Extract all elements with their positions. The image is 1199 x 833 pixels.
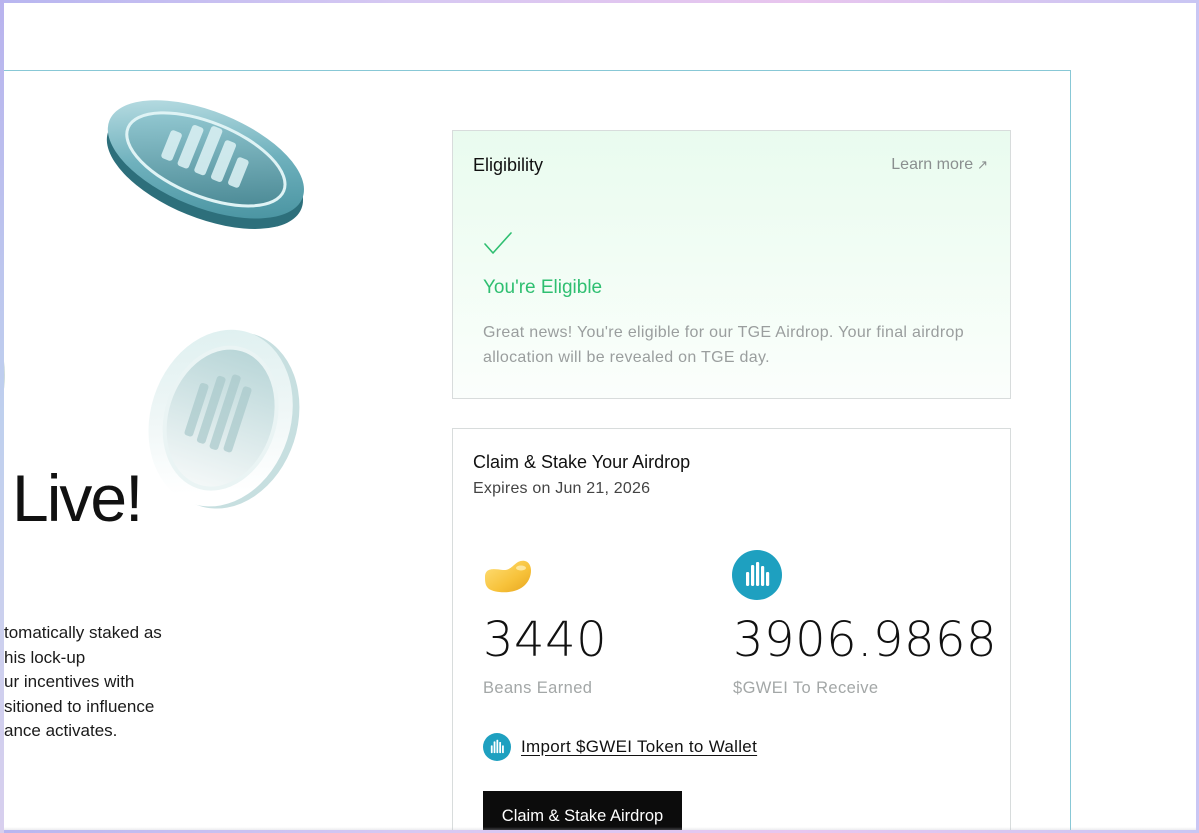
hero-description-line: his lock-up	[4, 647, 86, 667]
claim-title: Claim & Stake Your Airdrop	[473, 452, 691, 472]
checkmark-icon	[484, 232, 512, 254]
hero-description-line: tomatically staked as	[4, 623, 162, 642]
claim-card: Claim & Stake Your Airdrop Expires on Ju…	[452, 428, 1011, 833]
learn-more-label: Learn more	[891, 156, 974, 173]
external-arrow-icon: ↗	[977, 157, 988, 172]
beans-earned-value: 3440	[483, 612, 608, 668]
eligibility-message: Great news! You're eligible for our TGE …	[483, 324, 964, 366]
gwei-token-icon	[483, 733, 511, 761]
silver-coin-illustration	[148, 329, 300, 509]
screenshot-frame-left	[0, 0, 4, 833]
gwei-receive-value: 3906.9868	[733, 612, 998, 668]
beans-earned-label: Beans Earned	[483, 679, 593, 697]
eligibility-title: Eligibility	[473, 155, 544, 175]
hero-description-line: sitioned to influence	[4, 696, 155, 716]
gwei-receive-label: $GWEI To Receive	[733, 679, 879, 697]
eligibility-card: Eligibility Learn more ↗ You're Eligible…	[452, 130, 1011, 399]
eligibility-status: You're Eligible	[483, 277, 603, 298]
learn-more-link[interactable]: Learn more ↗	[891, 156, 988, 174]
hero-heading: Live!	[12, 461, 143, 535]
gwei-coin-illustration	[106, 100, 304, 229]
bottom-shade	[0, 827, 1199, 833]
gwei-token-icon	[732, 550, 782, 600]
hero-description: tomatically staked as his lock-up ur inc…	[4, 621, 204, 744]
claim-expiry: Expires on Jun 21, 2026	[473, 480, 651, 497]
hero-description-line: ur incentives with	[4, 672, 135, 691]
hero-description-line: ance activates.	[4, 721, 118, 740]
bean-icon	[485, 560, 531, 593]
import-token-link[interactable]: Import $GWEI Token to Wallet	[521, 737, 757, 757]
import-token-row[interactable]: Import $GWEI Token to Wallet	[483, 733, 757, 761]
